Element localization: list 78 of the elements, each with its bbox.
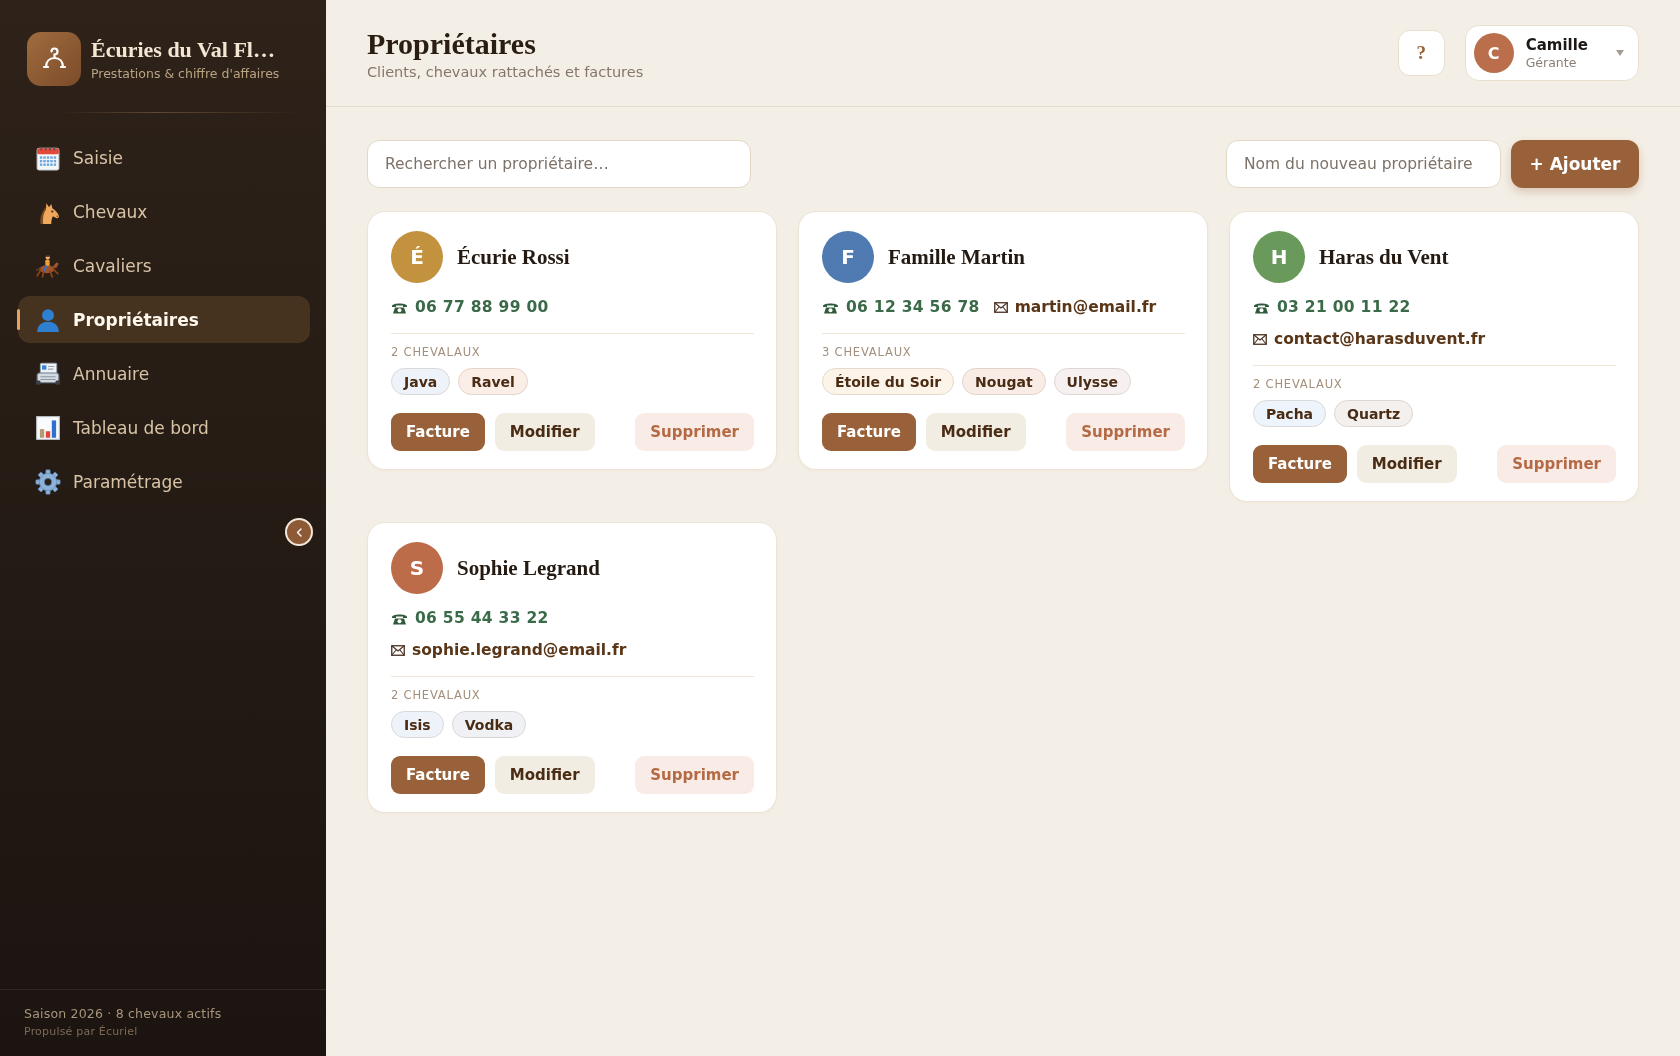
horse-tag: Étoile du Soir — [822, 368, 955, 395]
horse-tag: Java — [391, 368, 451, 395]
card-file-icon — [35, 360, 61, 387]
phone-number: 03 21 00 11 22 — [1277, 297, 1411, 318]
user-avatar: C — [1473, 33, 1514, 73]
nav-item[interactable]: Propriétaires — [18, 296, 310, 343]
caret-icon — [1616, 50, 1624, 56]
hanger-logo-icon — [27, 32, 81, 86]
delete-button[interactable]: Supprimer — [1497, 445, 1616, 483]
nav-item[interactable]: Chevaux — [18, 188, 310, 235]
invoice-button[interactable]: Facture — [1253, 445, 1347, 483]
email-address: martin@email.fr — [1014, 297, 1157, 318]
owner-name: Sophie Legrand — [457, 555, 600, 581]
owner-name: Écurie Rossi — [457, 244, 570, 270]
phone-icon — [822, 300, 839, 314]
collapse-button[interactable] — [285, 518, 313, 546]
invoice-button[interactable]: Facture — [822, 413, 916, 451]
horse-tag: Vodka — [451, 711, 527, 738]
chevron-left-icon — [296, 527, 302, 537]
brand-title: Écuries du Val Fl… — [91, 37, 276, 63]
mail-icon — [391, 644, 405, 656]
nav-item[interactable]: Paramétrage — [18, 458, 310, 505]
email-address: sophie.legrand@email.fr — [412, 640, 627, 661]
nav-item[interactable]: Tableau de bord — [18, 404, 310, 451]
owner-avatar: S — [391, 542, 443, 594]
nav-item[interactable]: Annuaire — [18, 350, 310, 397]
owner-avatar: É — [391, 231, 443, 283]
horse-tag: Nougat — [962, 368, 1046, 395]
rider-on-horse-icon — [35, 252, 61, 279]
owner-name: Famille Martin — [888, 244, 1026, 270]
brand-subtitle: Prestations & chiffre d'affaires — [91, 66, 280, 81]
person-silhouette-icon — [35, 306, 61, 333]
page-subtitle: Clients, chevaux rattachés et factures — [367, 63, 644, 80]
invoice-button[interactable]: Facture — [391, 413, 485, 451]
invoice-button[interactable]: Facture — [391, 756, 485, 794]
delete-button[interactable]: Supprimer — [635, 413, 754, 451]
search-field[interactable]: Rechercher un propriétaire… — [367, 140, 751, 188]
horse-tag: Quartz — [1334, 400, 1414, 427]
phone-number: 06 77 88 99 00 — [415, 297, 549, 318]
owner-name: Haras du Vent — [1319, 244, 1449, 270]
page-title: Propriétaires — [367, 26, 537, 60]
horse-tag: Pacha — [1253, 400, 1327, 427]
gear-icon — [35, 468, 61, 495]
user-role: Gérante — [1525, 55, 1577, 70]
mail-icon — [1253, 333, 1267, 345]
phone-number: 06 12 34 56 78 — [846, 297, 980, 318]
help-button[interactable]: ? — [1397, 30, 1445, 76]
horse-tag: Ulysse — [1053, 368, 1132, 395]
phone-number: 06 55 44 33 22 — [415, 608, 549, 629]
phone-icon — [391, 300, 408, 314]
email-address: contact@harasduvent.fr — [1274, 329, 1486, 350]
phone-icon — [391, 611, 408, 625]
edit-button[interactable]: Modifier — [1356, 445, 1457, 483]
mail-icon — [993, 301, 1008, 313]
horses-count-label: 2 CHEVALAUX — [391, 345, 482, 359]
edit-button[interactable]: Modifier — [925, 413, 1026, 451]
delete-button[interactable]: Supprimer — [635, 756, 754, 794]
calendar-icon — [35, 144, 61, 171]
nav-item[interactable]: Cavaliers — [18, 242, 310, 289]
nav-item[interactable]: Saisie — [18, 134, 310, 181]
add-button[interactable]: + Ajouter — [1511, 140, 1639, 188]
horses-count-label: 3 CHEVALAUX — [822, 345, 913, 359]
phone-icon — [1253, 300, 1270, 314]
user-name: Camille — [1525, 36, 1588, 54]
bar-chart-icon — [35, 414, 61, 441]
horse-tag: Ravel — [458, 368, 528, 395]
edit-button[interactable]: Modifier — [494, 413, 595, 451]
user-menu-button[interactable]: C Camille Gérante — [1464, 25, 1639, 81]
season-summary: Saison 2026 · 8 chevaux actifs — [24, 1006, 223, 1021]
delete-button[interactable]: Supprimer — [1066, 413, 1185, 451]
horses-count-label: 2 CHEVALAUX — [391, 688, 482, 702]
new-owner-field[interactable]: Nom du nouveau propriétaire — [1226, 140, 1501, 188]
owner-avatar: F — [822, 231, 874, 283]
owner-avatar: H — [1253, 231, 1305, 283]
credit-text: Propulsé par Écuriel — [24, 1025, 139, 1038]
horse-tag: Isis — [391, 711, 444, 738]
horses-count-label: 2 CHEVALAUX — [1253, 377, 1344, 391]
edit-button[interactable]: Modifier — [494, 756, 595, 794]
